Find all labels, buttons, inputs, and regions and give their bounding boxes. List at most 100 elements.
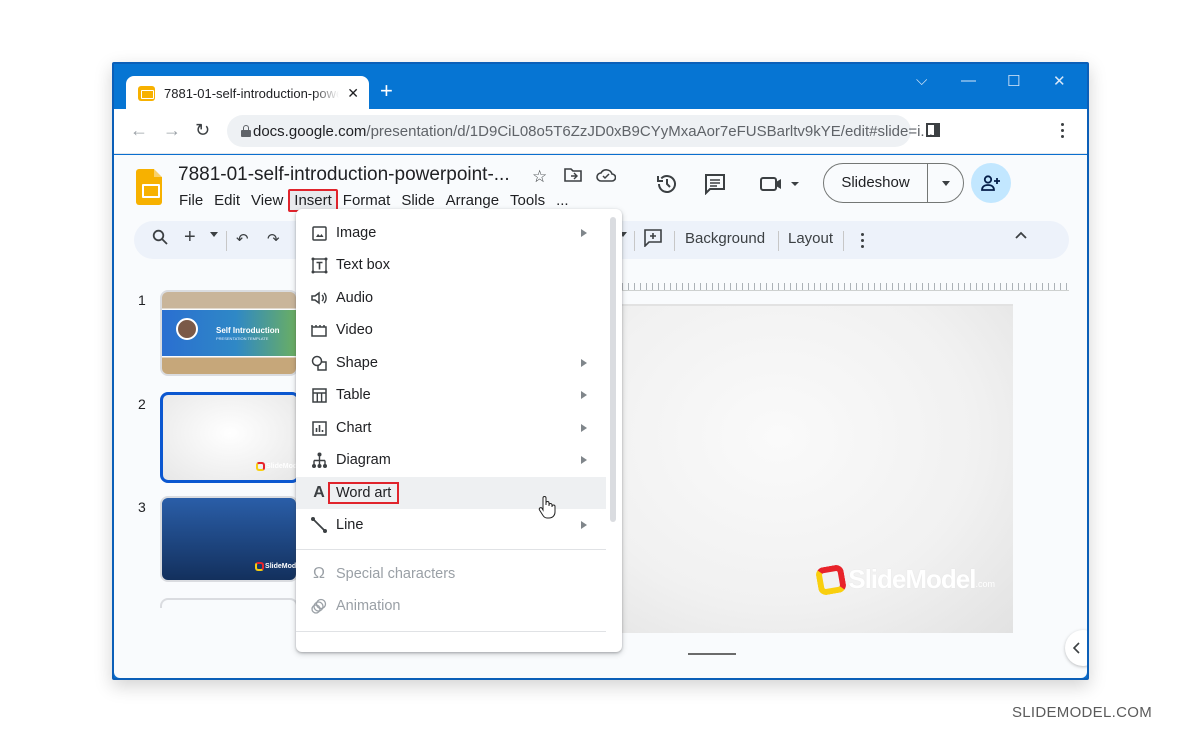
menu-slide[interactable]: Slide — [396, 190, 439, 211]
new-slide-layout-caret-icon[interactable] — [210, 232, 218, 254]
menu-item-video[interactable]: Video — [296, 314, 606, 346]
menu-item-table[interactable]: Table — [296, 379, 606, 411]
collapse-toolbar-icon[interactable] — [1015, 229, 1027, 246]
menu-tools[interactable]: Tools — [505, 190, 550, 211]
maximize-icon[interactable]: ☐ — [1007, 72, 1020, 90]
show-side-panel-button[interactable] — [1065, 630, 1087, 666]
thumbnail-title: Self Introduction — [216, 326, 280, 335]
speaker-notes-drag-handle[interactable] — [688, 653, 736, 655]
move-folder-icon[interactable] — [564, 167, 582, 187]
browser-titlebar: 7881-01-self-introduction-powerpoint ✕ +… — [114, 64, 1087, 111]
menu-item-diagram[interactable]: Diagram — [296, 444, 606, 476]
slidemodel-mark-icon — [815, 563, 848, 596]
forward-icon[interactable]: → — [163, 121, 181, 139]
table-icon — [309, 387, 329, 403]
toolbar-divider — [634, 231, 635, 251]
chart-icon — [309, 420, 329, 436]
animation-icon — [309, 598, 329, 614]
comments-icon[interactable] — [704, 173, 726, 200]
document-title[interactable]: 7881-01-self-introduction-powerpoint-... — [178, 164, 510, 186]
back-icon[interactable]: ← — [130, 121, 148, 139]
tab-search-chevron-icon[interactable]: ⌵ — [916, 72, 927, 89]
close-tab-icon[interactable]: ✕ — [347, 85, 359, 102]
submenu-arrow-icon — [581, 521, 587, 529]
slideshow-options-button[interactable] — [928, 180, 963, 186]
add-comment-icon[interactable] — [644, 229, 662, 251]
video-icon — [309, 324, 329, 337]
background-button[interactable]: Background — [685, 230, 765, 247]
browser-toolbar: ← → ↻ docs.google.com/presentation/d/1D9… — [114, 109, 1087, 154]
address-bar[interactable]: docs.google.com/presentation/d/1D9CiL08o… — [227, 115, 933, 147]
menu-item-text-box[interactable]: Text box — [296, 249, 606, 281]
menu-item-special-characters[interactable]: Ω Special characters — [296, 558, 606, 590]
slide-thumbnail-4[interactable] — [160, 598, 298, 608]
slidemodel-logo: SlideModel .com — [815, 563, 995, 596]
menu-item-shape[interactable]: Shape — [296, 347, 606, 379]
search-menus-icon[interactable] — [152, 229, 168, 249]
hand-pointer-cursor-icon — [538, 495, 556, 524]
line-icon — [309, 517, 329, 533]
menu-format[interactable]: Format — [338, 190, 396, 211]
slide-thumbnail-3[interactable]: SlideModel — [160, 496, 298, 582]
diagram-icon — [309, 452, 329, 469]
menu-item-animation[interactable]: Animation — [296, 590, 606, 622]
slide-number: 1 — [138, 292, 146, 308]
undo-icon[interactable]: ↶ — [236, 230, 249, 248]
menu-insert[interactable]: Insert — [288, 189, 338, 212]
slides-favicon-icon — [138, 86, 155, 101]
new-tab-button[interactable]: + — [380, 80, 393, 102]
submenu-arrow-icon — [581, 456, 587, 464]
reload-icon[interactable]: ↻ — [195, 121, 210, 139]
menu-file[interactable]: File — [174, 190, 208, 211]
menu-bar: File Edit View Insert Format Slide Arran… — [174, 189, 575, 212]
layout-button[interactable]: Layout — [788, 230, 833, 247]
cloud-saved-icon[interactable] — [596, 167, 617, 187]
side-panel-icon[interactable] — [926, 123, 940, 137]
horizontal-ruler — [622, 283, 1069, 291]
menu-item-chart[interactable]: Chart — [296, 412, 606, 444]
menu-view[interactable]: View — [246, 190, 288, 211]
share-button[interactable] — [971, 163, 1011, 203]
menu-edit[interactable]: Edit — [209, 190, 245, 211]
page: 7881-01-self-introduction-powerpoint ✕ +… — [0, 0, 1200, 743]
submenu-arrow-icon — [581, 359, 587, 367]
slide-thumbnail-2[interactable]: SlideModel — [160, 392, 300, 483]
menu-item-line[interactable]: Line — [296, 509, 606, 541]
star-icon[interactable]: ☆ — [532, 167, 547, 187]
meet-camera-icon[interactable] — [760, 176, 800, 197]
menu-item-image[interactable]: Image — [296, 217, 606, 249]
menu-item-word-art[interactable]: A Word art — [296, 477, 606, 509]
toolbar-divider — [843, 231, 844, 251]
chevron-left-icon — [1073, 642, 1080, 654]
slidemodel-logo: SlideModel — [256, 462, 297, 471]
more-options-icon[interactable] — [861, 233, 864, 248]
slideshow-button[interactable]: Slideshow — [824, 164, 928, 202]
new-slide-icon[interactable]: + — [184, 226, 196, 249]
slides-logo-icon[interactable] — [136, 169, 162, 205]
toolbar-divider — [674, 231, 675, 251]
logo-text: SlideModel — [848, 564, 976, 594]
logo-suffix: .com — [975, 579, 995, 589]
add-person-icon — [981, 175, 1000, 191]
submenu-arrow-icon — [581, 424, 587, 432]
url-path: /presentation/d/1D9CiL08o5T6ZzJD0xB9CYyM… — [366, 122, 933, 140]
slidemodel-logo: SlideModel — [255, 562, 296, 571]
menu-scrollbar[interactable] — [610, 217, 616, 522]
url-host: docs.google.com — [253, 122, 367, 140]
version-history-icon[interactable] — [655, 172, 679, 201]
browser-menu-icon[interactable] — [1061, 123, 1064, 138]
redo-icon[interactable]: ↷ — [267, 230, 280, 248]
slideshow-button-group: Slideshow — [823, 163, 964, 203]
caret-down-icon — [941, 180, 950, 186]
tab-title: 7881-01-self-introduction-powerpoint — [164, 86, 339, 101]
close-window-icon[interactable]: ✕ — [1053, 72, 1066, 90]
menu-arrange[interactable]: Arrange — [441, 190, 504, 211]
menu-item-audio[interactable]: Audio — [296, 282, 606, 314]
minimize-icon[interactable]: — — [961, 72, 976, 89]
slide-canvas[interactable]: SlideModel .com — [622, 304, 1013, 633]
audio-icon — [309, 291, 329, 305]
menu-more[interactable]: ... — [551, 190, 574, 211]
watermark: SLIDEMODEL.COM — [1011, 704, 1152, 721]
browser-tab[interactable]: 7881-01-self-introduction-powerpoint ✕ — [126, 76, 369, 111]
slide-thumbnail-1[interactable]: Self Introduction PRESENTATION TEMPLATE — [160, 290, 298, 376]
